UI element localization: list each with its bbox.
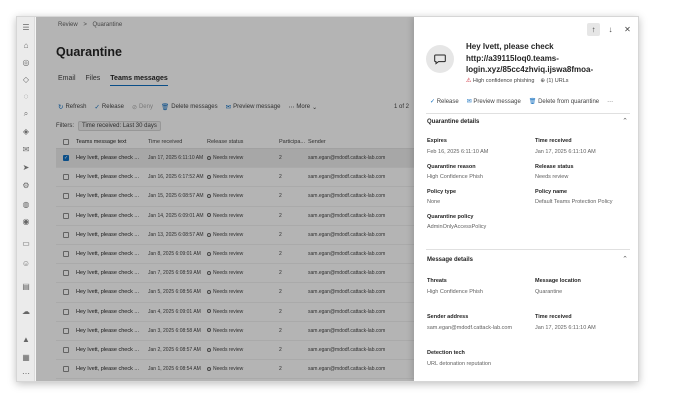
user-icon[interactable]: ☺ [21, 259, 31, 268]
modal-overlay[interactable] [36, 17, 433, 381]
quarantine-policy-value: AdminOnlyAccessPolicy [427, 224, 487, 230]
globe-icon: ⊕ [540, 77, 545, 84]
cloud-icon[interactable]: ☁ [21, 307, 31, 316]
quarantine-policy-label: Quarantine policy [427, 214, 474, 220]
message-details-header[interactable]: Message details [427, 257, 473, 263]
home-icon[interactable]: ⌂ [21, 41, 31, 50]
time-received-value: Jan 17, 2025 6:11:10 AM [535, 149, 596, 155]
panel-release-button[interactable]: ✓ Release [430, 98, 459, 105]
message-location-label: Message location [535, 278, 581, 284]
alert-icon[interactable]: ◎ [21, 58, 31, 67]
phish-tag: ⚠︎ High confidence phishing [466, 77, 534, 84]
device-icon[interactable]: ▭ [21, 239, 31, 248]
actions-icon[interactable]: ◈ [21, 127, 31, 136]
hunting-icon[interactable]: ⌕ [21, 109, 31, 118]
panel-actions: ✓ Release ✉ Preview message 🗑︎ Delete fr… [430, 98, 613, 106]
release-status-value: Needs review [535, 174, 569, 180]
phishing-hook-icon: ⚠︎ [466, 78, 472, 84]
panel-more-button[interactable]: ··· [607, 99, 613, 105]
detection-tech-value: URL detonation reputation [427, 361, 492, 367]
expires-label: Expires [427, 138, 447, 144]
release-status-label: Release status [535, 164, 574, 170]
message-time-received-label: Time received [535, 314, 572, 320]
main-content: Review > Quarantine Quarantine Email Fil… [36, 17, 433, 381]
more-nav-icon[interactable]: ⋯ [21, 369, 31, 378]
previous-item-button[interactable]: ↑ [587, 23, 600, 36]
chat-bubble-icon [434, 54, 446, 65]
chevron-up-icon[interactable]: ⌃ [622, 117, 628, 125]
panel-title-line-3: login.xyz/85cc4zhviq.ijswa8fmoa- [466, 65, 594, 74]
panel-delete-button[interactable]: 🗑︎ Delete from quarantine [529, 98, 599, 105]
panel-nav: ↑ ↓ ✕ [587, 23, 634, 36]
app-window: ☰ ⌂ ◎ ◇ ◌ ⌕ ◈ ✉ ➤ ⚙ ◍ ◉ ▭ ☺ ▤ ☁ ▲ ▦ ⋯ Re… [16, 16, 639, 382]
close-icon: ✕ [624, 25, 631, 34]
settings-icon[interactable]: ⚙ [21, 181, 31, 190]
panel-preview-button[interactable]: ✉ Preview message [467, 98, 521, 105]
hamburger-icon[interactable]: ☰ [21, 23, 31, 32]
quarantine-reason-value: High Confidence Phish [427, 174, 483, 180]
panel-tags: ⚠︎ High confidence phishing ⊕ (1) URLs [466, 77, 569, 85]
document-icon[interactable]: ▦ [21, 353, 31, 362]
panel-delete-label: Delete from quarantine [538, 99, 600, 105]
sender-address-label: Sender address [427, 314, 469, 320]
policy-name-value: Default Teams Protection Policy [535, 199, 613, 205]
panel-title-line-1: Hey Ivett, please check [466, 42, 554, 51]
message-time-received-value: Jan 17, 2025 6:11:10 AM [535, 325, 596, 331]
close-panel-button[interactable]: ✕ [621, 23, 634, 36]
policy-type-label: Policy type [427, 189, 457, 195]
divider [426, 113, 630, 114]
mail-icon[interactable]: ✉ [21, 145, 31, 154]
expires-value: Feb 16, 2025 6:11:10 AM [427, 149, 489, 155]
campaign-icon[interactable]: ◍ [21, 200, 31, 209]
time-received-label: Time received [535, 138, 572, 144]
panel-title-line-2: http://a39115loq0.teams- [466, 53, 559, 63]
send-icon[interactable]: ➤ [21, 163, 31, 172]
trash-icon: 🗑︎ [528, 99, 537, 105]
panel-release-label: Release [436, 99, 459, 105]
panel-preview-label: Preview message [473, 99, 521, 105]
incident-icon[interactable]: ◌ [21, 92, 31, 101]
teams-message-avatar [426, 45, 454, 73]
panel-title: Hey Ivett, please check http://a39115loq… [466, 41, 626, 76]
mail-preview-icon: ✉ [466, 99, 472, 105]
policy-name-label: Policy name [535, 189, 568, 195]
policy-type-value: None [427, 199, 441, 205]
details-panel: ↑ ↓ ✕ Hey Ivett, please check http://a39… [414, 17, 638, 381]
checkmark-icon: ✓ [430, 99, 436, 105]
divider [426, 249, 630, 250]
urls-tag: ⊕ (1) URLs [540, 78, 568, 84]
threats-label: Threats [427, 278, 447, 284]
message-location-value: Quarantine [535, 289, 563, 295]
chevron-up-icon[interactable]: ⌃ [622, 255, 628, 263]
inbox-icon[interactable]: ▤ [21, 282, 31, 291]
phish-tag-label: High confidence phishing [472, 78, 535, 84]
nav-rail: ☰ ⌂ ◎ ◇ ◌ ⌕ ◈ ✉ ➤ ⚙ ◍ ◉ ▭ ☺ ▤ ☁ ▲ ▦ ⋯ [17, 17, 35, 381]
threats-value: High Confidence Phish [427, 289, 483, 295]
chart-icon[interactable]: ▲ [21, 335, 31, 344]
shield-icon[interactable]: ◇ [21, 75, 31, 84]
next-item-button[interactable]: ↓ [604, 23, 617, 36]
report-icon[interactable]: ◉ [21, 217, 31, 226]
sender-address-value: sam.egan@mdodf.cattack-lab.com [427, 325, 513, 331]
quarantine-details-header[interactable]: Quarantine details [427, 119, 479, 125]
quarantine-reason-label: Quarantine reason [427, 164, 476, 170]
detection-tech-label: Detection tech [427, 350, 465, 356]
arrow-down-icon: ↓ [608, 25, 613, 34]
arrow-up-icon: ↑ [591, 25, 596, 34]
urls-tag-label: (1) URLs [546, 77, 569, 84]
